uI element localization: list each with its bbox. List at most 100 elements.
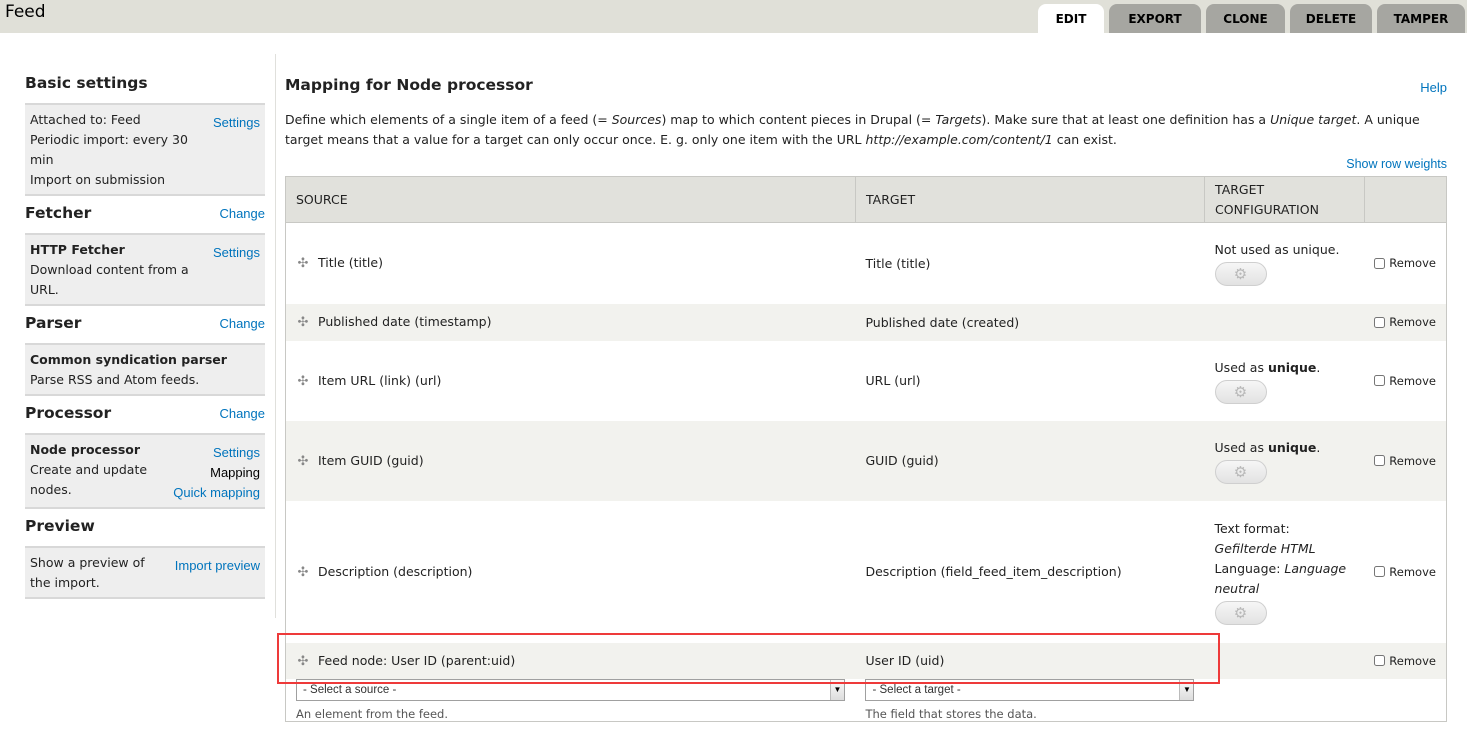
tab-clone[interactable]: CLONE (1206, 4, 1285, 33)
column-header-target: TARGET (855, 176, 1206, 223)
remove-input[interactable] (1374, 566, 1386, 577)
processor-quick-mapping-link[interactable]: Quick mapping (173, 483, 260, 503)
drag-handle-icon[interactable]: ✣ (296, 315, 310, 330)
remove-checkbox[interactable]: Remove (1374, 374, 1436, 388)
tab-tamper[interactable]: TAMPER (1377, 4, 1465, 33)
column-header-source: SOURCE (285, 176, 856, 223)
parser-description: Parse RSS and Atom feeds. (30, 372, 200, 387)
source-cell: ✣ Item GUID (guid) (285, 420, 856, 501)
remove-checkbox[interactable]: Remove (1374, 256, 1436, 270)
preview-box: Show a preview of the import. Import pre… (25, 546, 265, 599)
table-row: ✣ Feed node: User ID (parent:uid) User ID… (285, 642, 1447, 679)
fetcher-description: Download content from a URL. (30, 262, 189, 297)
preview-description: Show a preview of the import. (30, 555, 145, 590)
table-row: ✣ Published date (timestamp) Published da… (285, 303, 1447, 341)
language: Language: Language neutral (1214, 560, 1347, 596)
table-row: ✣ Item URL (link) (url) URL (url) Used as… (285, 340, 1447, 421)
mapping-title: Mapping for Node processor (285, 76, 533, 94)
show-row-weights-link[interactable]: Show row weights (1346, 157, 1447, 171)
drag-handle-icon[interactable]: ✣ (296, 374, 310, 389)
basic-settings-link[interactable]: Settings (213, 113, 260, 133)
dropdown-arrow-icon: ▼ (830, 679, 844, 700)
target-select[interactable]: - Select a target - ▼ (865, 678, 1195, 701)
target-cell: GUID (guid) (855, 420, 1205, 501)
fetcher-change-link[interactable]: Change (219, 206, 265, 221)
source-cell: ✣ Description (description) (285, 500, 856, 643)
table-row: ✣ Title (title) Title (title) Not used as… (285, 222, 1447, 304)
column-header-remove (1364, 176, 1447, 223)
target-cell: User ID (uid) (855, 642, 1205, 679)
drag-handle-icon[interactable]: ✣ (296, 454, 310, 469)
remove-input[interactable] (1374, 455, 1386, 466)
parser-change-link[interactable]: Change (219, 316, 265, 331)
fetcher-settings-link[interactable]: Settings (213, 243, 260, 263)
sidebar: Basic settings Attached to: Feed Periodi… (25, 70, 265, 603)
tab-delete[interactable]: DELETE (1290, 4, 1372, 33)
drag-handle-icon[interactable]: ✣ (296, 256, 310, 271)
source-select[interactable]: - Select a source - ▼ (296, 678, 845, 701)
config-cell: Used as unique. ⚙ (1204, 340, 1365, 421)
configure-button[interactable]: ⚙ (1214, 262, 1267, 287)
page-title: Feed (5, 2, 46, 22)
config-cell: Used as unique. ⚙ (1204, 420, 1365, 501)
remove-input[interactable] (1374, 257, 1386, 269)
unique-status: Used as unique. (1214, 439, 1321, 455)
remove-input[interactable] (1374, 375, 1386, 386)
config-cell (1204, 303, 1365, 341)
config-cell: Not used as unique. ⚙ (1204, 222, 1365, 304)
source-hint: An element from the feed. (296, 706, 448, 721)
source-cell: ✣ Published date (timestamp) (285, 303, 856, 341)
remove-input[interactable] (1374, 655, 1386, 666)
preview-header: Preview (25, 513, 265, 546)
gear-icon: ⚙ (1233, 382, 1248, 401)
unique-status: Not used as unique. (1214, 242, 1340, 258)
processor-title: Processor (25, 404, 112, 422)
drag-handle-icon[interactable]: ✣ (296, 565, 310, 580)
source-cell: ✣ Title (title) (285, 222, 856, 304)
import-preview-link[interactable]: Import preview (175, 556, 260, 576)
remove-checkbox[interactable]: Remove (1374, 454, 1436, 468)
primary-tabs: EDIT EXPORT CLONE DELETE TAMPER (1038, 4, 1465, 33)
config-cell (1204, 642, 1365, 679)
table-row: ✣ Item GUID (guid) GUID (guid) Used as un… (285, 420, 1447, 501)
configure-button[interactable]: ⚙ (1214, 600, 1267, 625)
source-cell: ✣ Item URL (link) (url) (285, 340, 856, 421)
target-cell: Published date (created) (855, 303, 1205, 341)
tab-export[interactable]: EXPORT (1109, 4, 1201, 33)
basic-settings-box: Attached to: Feed Periodic import: every… (25, 103, 265, 196)
basic-settings-title: Basic settings (25, 74, 148, 92)
dropdown-arrow-icon: ▼ (1179, 679, 1194, 700)
target-cell: Title (title) (855, 222, 1205, 304)
sidebar-divider (275, 54, 276, 618)
target-cell: URL (url) (855, 340, 1205, 421)
gear-icon: ⚙ (1233, 603, 1248, 622)
table-row: ✣ Description (description) Description (… (285, 500, 1447, 643)
target-cell: Description (field_feed_item_description… (855, 500, 1205, 643)
remove-checkbox[interactable]: Remove (1374, 315, 1436, 329)
periodic-import-text: Periodic import: every 30 min (30, 132, 188, 167)
add-mapping-row: - Select a source - ▼ An element from the… (285, 678, 1447, 721)
tab-edit[interactable]: EDIT (1038, 4, 1104, 33)
source-cell: ✣ Feed node: User ID (parent:uid) (285, 642, 856, 679)
processor-box: Node processor Create and update nodes. … (25, 433, 265, 509)
text-format: Text format: Gefilterde HTML (1214, 520, 1316, 556)
preview-title: Preview (25, 517, 95, 535)
unique-status: Used as unique. (1214, 359, 1321, 375)
configure-button[interactable]: ⚙ (1214, 379, 1267, 404)
gear-icon: ⚙ (1233, 462, 1248, 481)
remove-checkbox[interactable]: Remove (1374, 565, 1436, 579)
column-header-target-configuration: TARGET CONFIGURATION (1204, 176, 1365, 223)
import-on-submission-text: Import on submission (30, 172, 166, 187)
help-link[interactable]: Help (1420, 80, 1447, 95)
parser-box: Common syndication parser Parse RSS and … (25, 343, 265, 396)
mapping-table: SOURCE TARGET TARGET CONFIGURATION ✣ Titl… (285, 176, 1447, 722)
remove-input[interactable] (1374, 316, 1386, 328)
processor-change-link[interactable]: Change (219, 406, 265, 421)
remove-checkbox[interactable]: Remove (1374, 654, 1436, 668)
gear-icon: ⚙ (1233, 265, 1248, 284)
configure-button[interactable]: ⚙ (1214, 459, 1267, 484)
drag-handle-icon[interactable]: ✣ (296, 654, 310, 669)
processor-settings-link[interactable]: Settings (213, 443, 260, 463)
parser-title: Parser (25, 314, 82, 332)
processor-mapping-current: Mapping (210, 465, 260, 480)
